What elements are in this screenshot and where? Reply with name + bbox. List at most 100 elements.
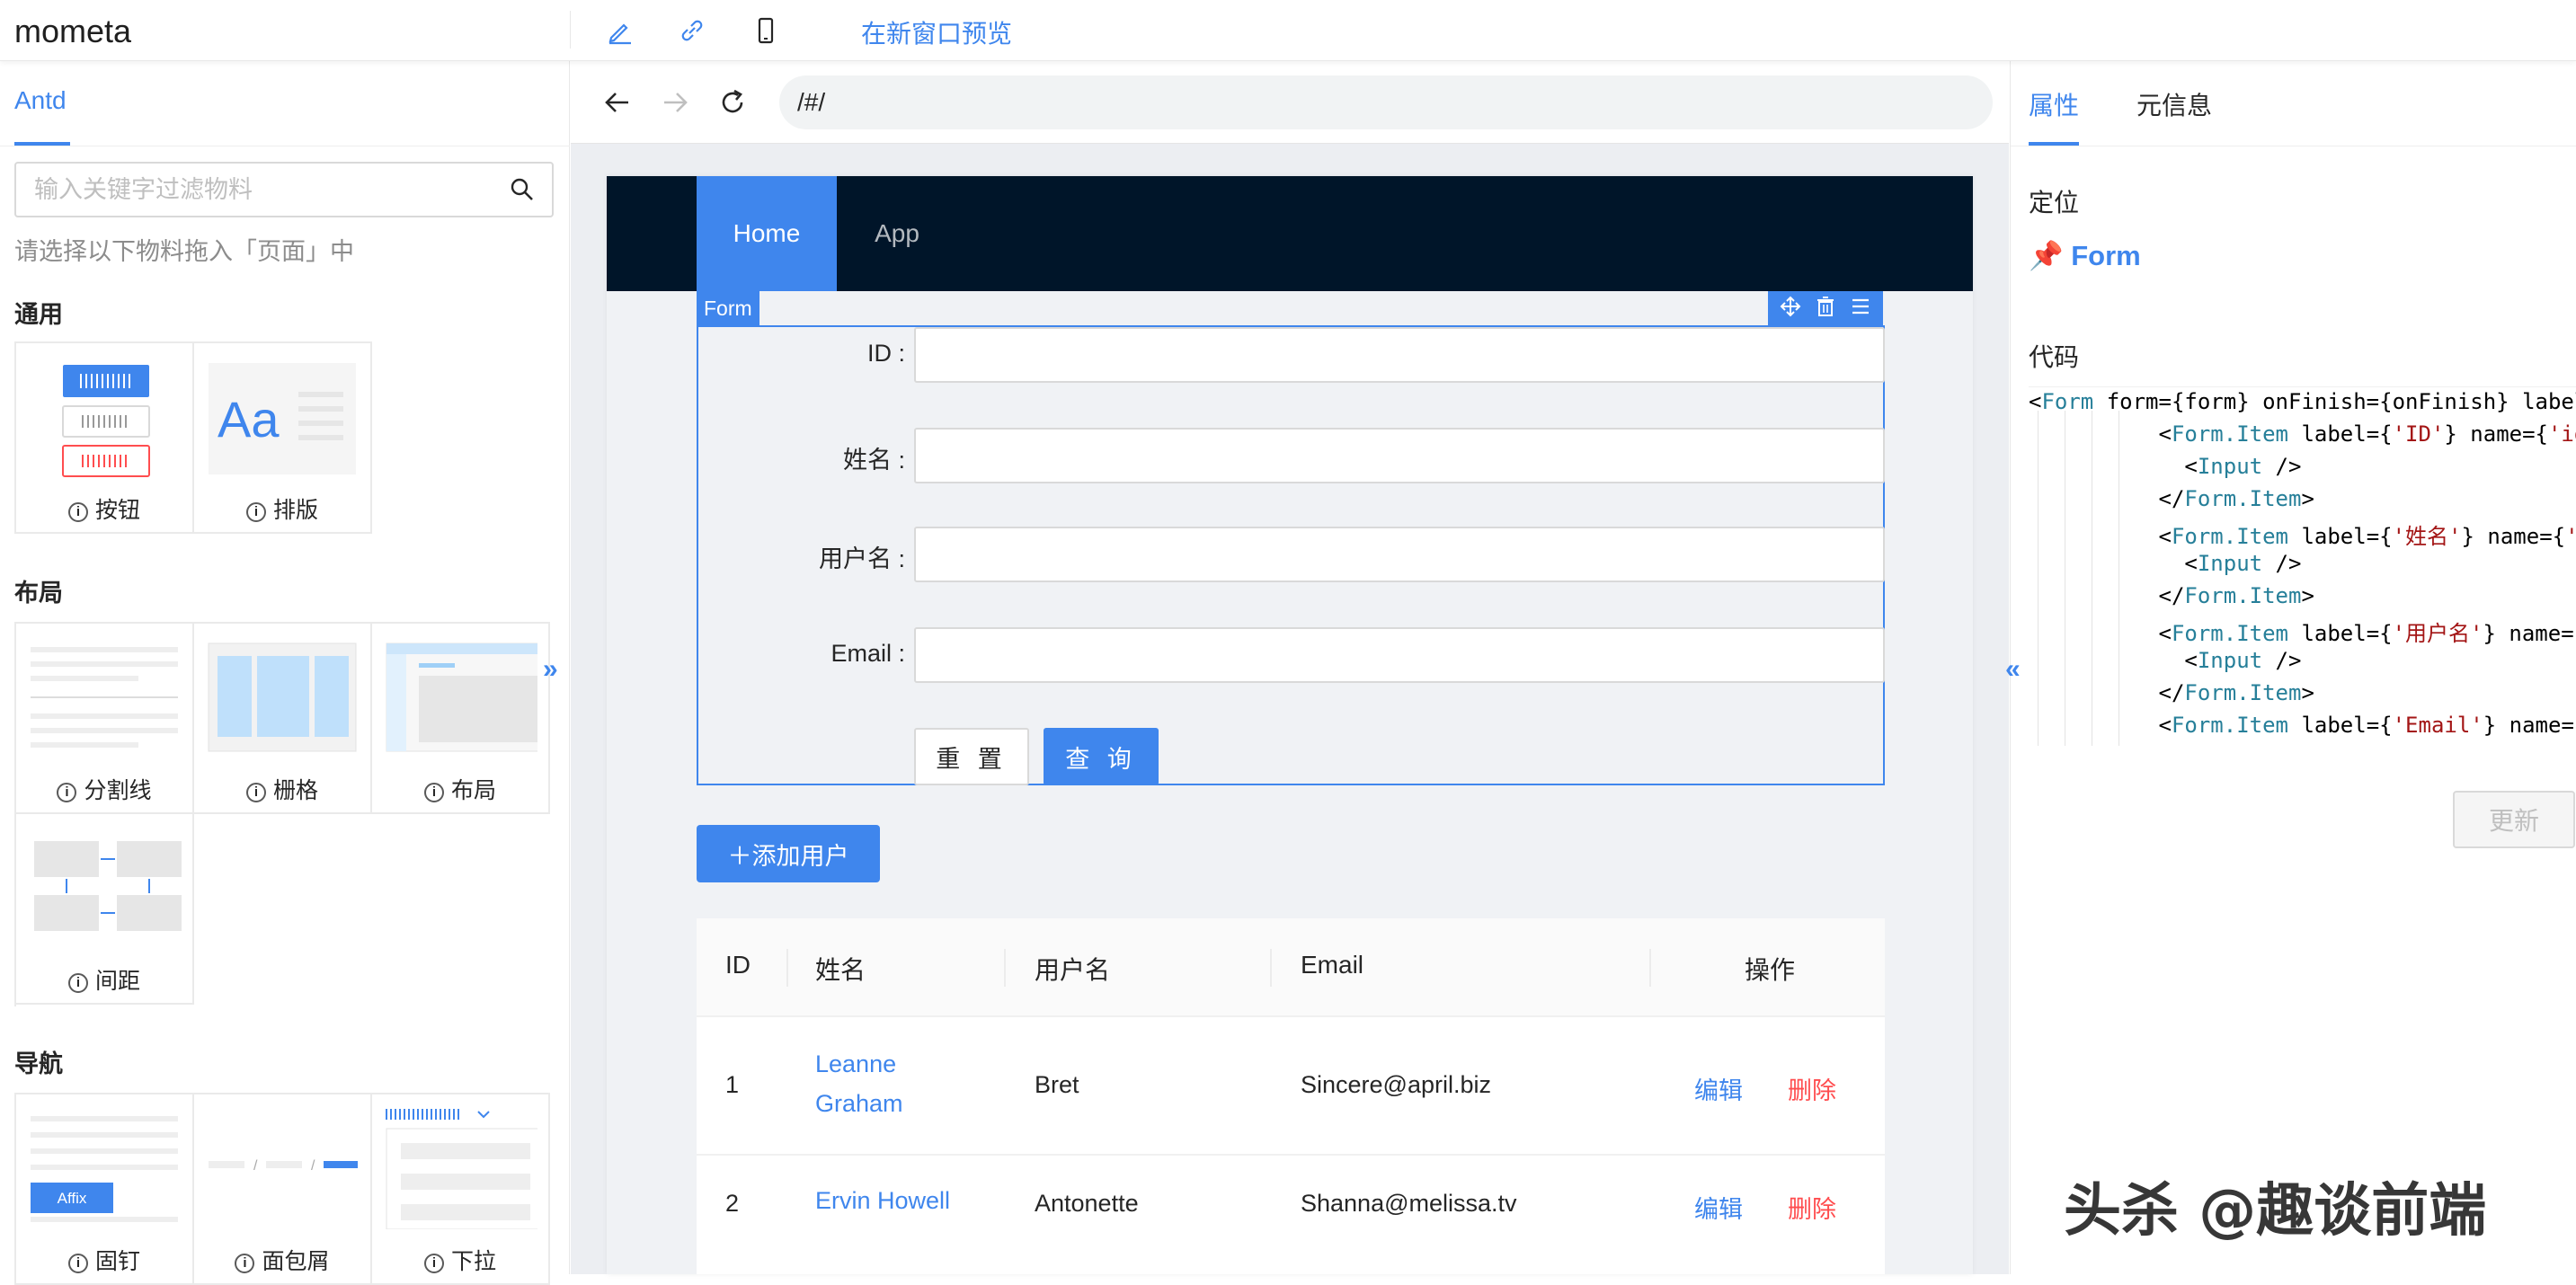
column-separator — [786, 949, 788, 987]
selected-component-tag: Form — [697, 291, 759, 325]
delete-link[interactable]: 删除 — [1788, 1071, 1836, 1106]
code-label: 代码 — [2029, 343, 2080, 371]
selected-form[interactable]: ID : 姓名 : 用户名 : Email : 重 置 查 询 — [697, 325, 1885, 785]
preview-area: /#/ Home App Form ID : 姓名 : 用户名 : Email … — [571, 61, 2009, 1274]
open-preview-link[interactable]: 在新窗口预览 — [861, 14, 1012, 50]
material-space[interactable]: i 间距 — [16, 814, 194, 1005]
typography-thumbnail: Aa — [209, 363, 356, 474]
page-canvas: Home App Form ID : 姓名 : 用户名 : Email : 重 … — [607, 176, 1973, 1274]
menu-item-home[interactable]: Home — [697, 176, 837, 291]
url-field[interactable]: /#/ — [779, 75, 1993, 129]
position-value[interactable]: 📌 Form — [2029, 239, 2141, 272]
code-line: <Input /> — [2029, 648, 2302, 673]
code-line: <Form form={form} onFinish={onFinish} la… — [2029, 389, 2576, 414]
code-line: <Form.Item label={'Email'} name={'email'… — [2029, 713, 2576, 738]
name-input[interactable] — [914, 428, 1885, 483]
update-button[interactable]: 更新 — [2453, 791, 2575, 848]
layout-grid: i 分割线 i 栅格 i 布局 i 间距 — [14, 622, 550, 1006]
material-button[interactable]: i 按钮 — [16, 343, 194, 534]
back-icon[interactable] — [598, 83, 637, 122]
info-icon[interactable]: i — [245, 783, 266, 802]
material-label: 布局 — [450, 778, 496, 803]
info-icon[interactable]: i — [67, 502, 88, 522]
material-label: 下拉 — [450, 1249, 496, 1274]
cell-name-link[interactable]: Ervin Howell — [815, 1181, 950, 1220]
username-input[interactable] — [914, 527, 1885, 582]
refresh-icon[interactable] — [713, 83, 752, 122]
collapse-right-icon[interactable]: « — [2005, 654, 2021, 685]
column-header-username: 用户名 — [1035, 956, 1111, 984]
general-grid: i 按钮 Aa i 排版 — [14, 341, 372, 534]
link-icon[interactable] — [676, 14, 708, 47]
column-separator — [1649, 949, 1651, 987]
table-row: 2 Ervin Howell Antonette Shanna@melissa.… — [697, 1156, 1885, 1274]
search-icon[interactable] — [509, 176, 536, 208]
menu-item-app[interactable]: App — [837, 176, 957, 291]
position-label: 定位 — [2029, 189, 2080, 217]
typography-thumbnail-text: Aa — [218, 391, 280, 448]
mobile-icon[interactable] — [750, 14, 782, 47]
add-user-button[interactable]: ＋添加用户 — [697, 825, 880, 882]
button-thumbnail — [62, 365, 150, 477]
info-icon[interactable]: i — [423, 783, 444, 802]
breadcrumb-thumbnail: / / — [209, 1158, 358, 1174]
code-line: <Input /> — [2029, 551, 2302, 576]
move-icon[interactable] — [1780, 296, 1801, 322]
tab-antd[interactable]: Antd — [14, 86, 67, 115]
column-separator — [1270, 949, 1272, 987]
filter-box — [14, 162, 554, 217]
material-layout[interactable]: i 布局 — [372, 624, 550, 814]
material-breadcrumb[interactable]: / / i 面包屑 — [194, 1094, 372, 1285]
code-line: </Form.Item> — [2029, 486, 2314, 511]
material-grid[interactable]: i 栅格 — [194, 624, 372, 814]
code-editor[interactable]: <Form form={form} onFinish={onFinish} la… — [2029, 386, 2576, 746]
query-button[interactable]: 查 询 — [1044, 728, 1159, 785]
material-divider[interactable]: i 分割线 — [16, 624, 194, 814]
section-title-layout: 布局 — [14, 580, 63, 607]
dropdown-thumbnail — [386, 1109, 537, 1229]
id-input[interactable] — [914, 327, 1885, 383]
divider-thumbnail — [31, 647, 178, 748]
cell-name-link[interactable]: Leanne Graham — [815, 1044, 903, 1123]
column-separator — [1004, 949, 1006, 987]
info-icon[interactable]: i — [67, 973, 88, 993]
divider — [570, 11, 571, 49]
material-dropdown[interactable]: i 下拉 — [372, 1094, 550, 1285]
nav-grid: Affix i 固钉 / / i 面包屑 i 下拉 — [14, 1093, 550, 1285]
edit-link[interactable]: 编辑 — [1694, 1071, 1743, 1106]
cell-id: 1 — [725, 1071, 740, 1098]
column-header-actions: 操作 — [1745, 956, 1796, 984]
info-icon[interactable]: i — [67, 1254, 88, 1273]
info-icon[interactable]: i — [57, 783, 77, 802]
layout-thumbnail — [386, 642, 537, 752]
info-icon[interactable]: i — [235, 1254, 255, 1273]
cell-email: Sincere@april.biz — [1301, 1071, 1491, 1098]
menu-icon[interactable] — [1850, 296, 1871, 322]
edit-icon[interactable] — [604, 14, 636, 47]
info-icon[interactable]: i — [423, 1254, 444, 1273]
info-icon[interactable]: i — [245, 502, 266, 522]
delete-link[interactable]: 删除 — [1788, 1190, 1836, 1225]
tab-properties[interactable]: 属性 — [2029, 86, 2079, 122]
email-input[interactable] — [914, 627, 1885, 683]
forward-icon[interactable] — [655, 83, 695, 122]
material-label: 排版 — [272, 498, 318, 523]
edit-link[interactable]: 编辑 — [1694, 1190, 1743, 1225]
filter-input[interactable] — [34, 164, 502, 216]
reset-button[interactable]: 重 置 — [914, 728, 1029, 785]
field-label-name: 姓名 : — [842, 447, 905, 474]
material-affix[interactable]: Affix i 固钉 — [16, 1094, 194, 1285]
cell-email: Shanna@melissa.tv — [1301, 1190, 1517, 1217]
top-bar: mometa 在新窗口预览 — [0, 0, 2576, 61]
code-line: </Form.Item> — [2029, 583, 2314, 608]
material-label: 按钮 — [94, 498, 140, 523]
svg-text:/: / — [253, 1158, 258, 1174]
material-label: 间距 — [94, 969, 140, 994]
material-label: 固钉 — [94, 1249, 140, 1274]
column-header-email: Email — [1301, 951, 1364, 979]
material-label: 栅格 — [272, 778, 318, 803]
material-typography[interactable]: Aa i 排版 — [194, 343, 372, 534]
delete-icon[interactable] — [1815, 296, 1836, 322]
tab-meta[interactable]: 元信息 — [2136, 86, 2212, 122]
collapse-left-icon[interactable]: » — [543, 654, 558, 685]
